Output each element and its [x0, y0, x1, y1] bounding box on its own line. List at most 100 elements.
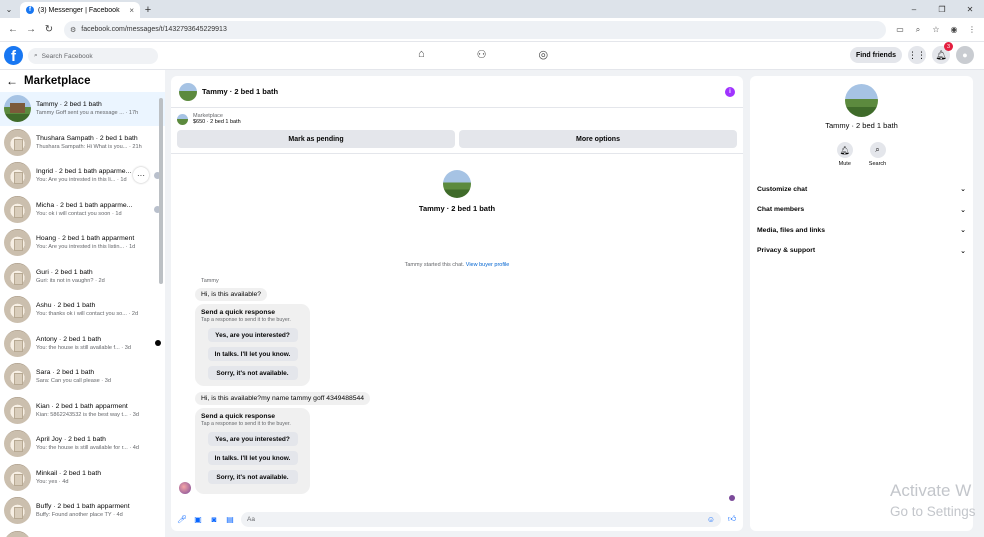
browser-address-bar: ← → ↻ ⚙ facebook.com/messages/t/14327936… [0, 18, 984, 42]
chat-avatar[interactable] [179, 82, 197, 101]
browser-menu-icon[interactable]: ⋮ [964, 22, 980, 38]
message-bubble[interactable]: Hi, is this available? [195, 288, 268, 301]
conversation-item[interactable]: Guri · 2 bed 1 bath Guri: its not in vaug… [0, 260, 165, 294]
chat-details-panel: Tammy · 2 bed 1 bath 🔔︎ Mute ⌕ Search Cu… [750, 76, 973, 531]
conversation-item[interactable]: Buffy · 2 bed 1 bath apparment Buffy: Fou… [0, 494, 165, 528]
find-friends-button[interactable]: Find friends [849, 47, 902, 63]
forward-arrow-icon[interactable]: → [22, 21, 40, 39]
facebook-search-input[interactable]: ⌕ Search Facebook [28, 48, 158, 64]
conversation-text: Guri · 2 bed 1 bath Guri: its not in vaug… [36, 269, 161, 284]
thumbs-up-icon[interactable]: 👍︎ [727, 514, 737, 524]
conversation-item[interactable]: Antony · 2 bed 1 bath You: the house is s… [0, 327, 165, 361]
chevron-down-icon: ⌄ [960, 247, 966, 255]
quick-reply-in-talks-button[interactable]: In talks. I'll let you know. [207, 347, 298, 361]
conversation-thumbnail [4, 162, 31, 190]
message-input[interactable]: Aa ☺ [241, 511, 721, 527]
read-receipt-icon [729, 495, 735, 501]
system-message-text: Tammy started this chat. [404, 262, 465, 268]
customize-chat-item[interactable]: Customize chat ⌄ [750, 179, 973, 200]
conversation-text: Ashu · 2 bed 1 bath You: thanks ok i will… [36, 302, 161, 317]
zoom-icon[interactable]: ⌕ [910, 22, 926, 38]
gif-icon[interactable]: ▤ [225, 515, 235, 524]
intro-avatar [443, 170, 471, 198]
mark-pending-button[interactable]: Mark as pending [177, 130, 455, 148]
sidebar-header: ← Marketplace [0, 70, 165, 92]
friends-icon[interactable]: ⚇ [477, 48, 487, 61]
facebook-header: f ⌕ Search Facebook ⌂ ⚇ ◎ Find friends ⋮… [0, 42, 984, 70]
conversation-text: Buffy · 2 bed 1 bath apparment Buffy: Fou… [36, 503, 161, 518]
conversation-text: Kian · 2 bed 1 bath apparment Kian: 58622… [36, 403, 161, 418]
message-bubble[interactable]: Hi, is this available?my name tammy goff… [195, 392, 371, 405]
quick-reply-yes-button[interactable]: Yes, are you interested? [207, 328, 298, 342]
details-avatar [845, 84, 878, 117]
minimize-button[interactable]: – [900, 0, 928, 18]
mute-button[interactable]: 🔔︎ Mute [836, 142, 853, 167]
image-icon[interactable]: ▣ [193, 515, 203, 524]
site-info-icon[interactable]: ⚙ [70, 26, 76, 34]
account-avatar[interactable]: ● [956, 46, 974, 64]
listing-price: $650 · 2 bed 1 bath [193, 119, 241, 125]
chat-title[interactable]: Tammy · 2 bed 1 bath [202, 87, 720, 96]
url-input[interactable]: ⚙ facebook.com/messages/t/14327936452299… [64, 20, 886, 39]
conversation-preview: You: yes · 4d [36, 478, 69, 485]
close-window-button[interactable]: ✕ [956, 0, 984, 18]
conversation-thumbnail [4, 229, 31, 257]
listing-actions: Mark as pending More options [171, 130, 743, 148]
facebook-logo[interactable]: f [4, 46, 23, 65]
media-files-links-item[interactable]: Media, files and links ⌄ [750, 220, 973, 241]
sidebar-scrollbar[interactable] [159, 98, 163, 284]
conversation-item[interactable]: Sara · 2 bed 1 bath Sara: Can you call pl… [0, 360, 165, 394]
notifications-bell-icon[interactable]: 🔔︎ 3 [932, 42, 953, 64]
privacy-support-item[interactable]: Privacy & support ⌄ [750, 241, 973, 262]
back-arrow-icon[interactable]: ← [6, 74, 18, 88]
profile-icon[interactable]: ◉ [946, 22, 962, 38]
search-label: Search [868, 161, 887, 167]
quick-reply-in-talks-button[interactable]: In talks. I'll let you know. [207, 451, 298, 465]
microphone-icon[interactable]: 🎤︎ [177, 515, 187, 524]
install-app-icon[interactable]: ▭ [892, 22, 908, 38]
chat-members-item[interactable]: Chat members ⌄ [750, 200, 973, 221]
quick-reply-not-available-button[interactable]: Sorry, it's not available. [207, 470, 298, 484]
groups-icon[interactable]: ◎ [539, 48, 549, 61]
more-options-button[interactable]: More options [459, 130, 737, 148]
conversation-text: Tammy · 2 bed 1 bath Tammy Goff sent you … [36, 101, 161, 116]
maximize-button[interactable]: ❐ [928, 0, 956, 18]
conversation-item[interactable]: Kian · 2 bed 1 bath apparment Kian: 58622… [0, 394, 165, 428]
back-arrow-icon[interactable]: ← [4, 21, 22, 39]
menu-grid-icon[interactable]: ⋮⋮ [908, 46, 926, 64]
conversation-item[interactable]: Micha · 2 bed 1 bath apparme... You: ok i… [0, 193, 165, 227]
listing-summary[interactable]: Marketplace $650 · 2 bed 1 bath [171, 108, 743, 130]
conversation-thumbnail [4, 363, 31, 391]
conversation-item[interactable]: Hoang · 2 bed 1 bath apparment You: Are y… [0, 226, 165, 260]
view-buyer-profile-link[interactable]: View buyer profile [466, 262, 510, 268]
conversation-item[interactable]: Tammy · 2 bed 1 bath Tammy Goff sent you … [0, 92, 165, 126]
conversation-item[interactable]: Mani · 2 bed 1 bath [0, 528, 165, 537]
info-icon[interactable]: i [725, 86, 735, 97]
quick-reply-yes-button[interactable]: Yes, are you interested? [207, 432, 298, 446]
conversation-name: Antony · 2 bed 1 bath [36, 335, 101, 343]
reload-icon[interactable]: ↻ [40, 21, 58, 39]
conversation-item[interactable]: Ingrid · 2 bed 1 bath apparme... You: Are… [0, 159, 165, 193]
emoji-icon[interactable]: ☺ [707, 515, 715, 524]
conversation-item[interactable]: Thushara Sampath · 2 bed 1 bath Thushara … [0, 126, 165, 160]
home-icon[interactable]: ⌂ [418, 48, 425, 61]
quick-response-title: Send a quick response [201, 413, 276, 420]
sticker-icon[interactable]: ◙ [209, 515, 219, 524]
more-options-icon[interactable]: ··· [133, 167, 149, 183]
conversation-item[interactable]: Minkail · 2 bed 1 bath You: yes · 4d [0, 461, 165, 495]
menu-label: Privacy & support [757, 247, 816, 255]
new-tab-button[interactable]: + [140, 2, 156, 18]
conversation-name: Micha · 2 bed 1 bath apparme... [36, 201, 133, 209]
browser-tab-messenger[interactable]: f (3) Messenger | Facebook × [20, 2, 140, 18]
conversation-text: Minkail · 2 bed 1 bath You: yes · 4d [36, 470, 161, 485]
conversation-item[interactable]: Ashu · 2 bed 1 bath You: thanks ok i will… [0, 293, 165, 327]
window-controls: – ❐ ✕ [900, 0, 984, 18]
bookmark-star-icon[interactable]: ☆ [928, 22, 944, 38]
tab-close-icon[interactable]: × [129, 6, 134, 15]
search-in-conversation-button[interactable]: ⌕ Search [869, 142, 886, 167]
unread-dot-icon [155, 340, 161, 347]
conversation-item[interactable]: April Joy · 2 bed 1 bath You: the house i… [0, 427, 165, 461]
quick-reply-not-available-button[interactable]: Sorry, it's not available. [207, 366, 298, 380]
details-name: Tammy · 2 bed 1 bath [825, 121, 898, 130]
tab-list-button[interactable]: ⌄ [0, 0, 18, 18]
